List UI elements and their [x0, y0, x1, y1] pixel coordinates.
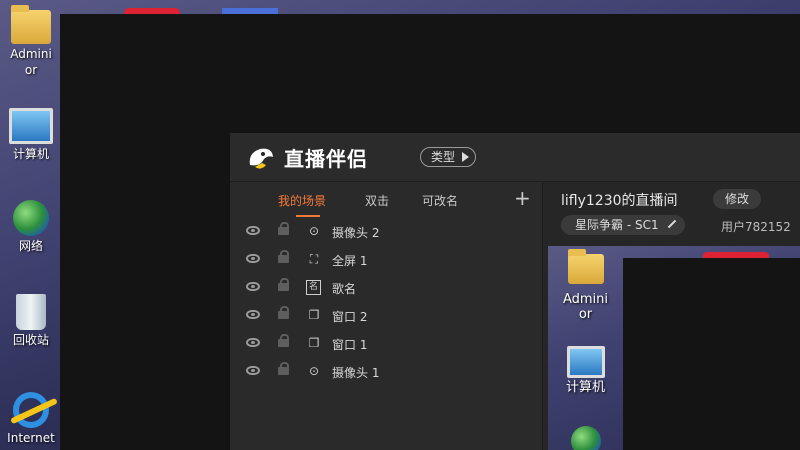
- preview-icon-label: 计算机: [565, 380, 605, 395]
- lock-icon[interactable]: [278, 278, 289, 291]
- live-companion-window: 直播伴侣 类型 我的场景 双击 可改名 + ⊙ 摄像头 2 ⛶ 全屏 1 名 歌…: [230, 133, 800, 450]
- lock-icon[interactable]: [278, 222, 289, 235]
- stream-preview: Admini or 计算机: [548, 246, 800, 450]
- scene-tabs: 我的场景 双击 可改名 +: [230, 182, 542, 218]
- desktop-icon-label: 回收站: [12, 333, 49, 347]
- internet-explorer-icon: [13, 392, 49, 428]
- game-category-label: 星际争霸 - SC1: [575, 218, 659, 232]
- scene-item[interactable]: ⊙ 摄像头 1: [230, 358, 542, 386]
- edit-room-button[interactable]: 修改: [713, 189, 762, 209]
- scene-item[interactable]: ❐ 窗口 2: [230, 302, 542, 330]
- fullscreen-icon: ⛶: [309, 252, 319, 266]
- folder-icon: [567, 249, 604, 284]
- eye-icon[interactable]: [246, 226, 260, 235]
- desktop-icon-computer[interactable]: 计算机: [0, 108, 62, 162]
- preview-desktop-icon: Admini or: [548, 249, 623, 322]
- app-header: 直播伴侣 类型: [230, 133, 800, 182]
- eye-icon[interactable]: [246, 338, 260, 347]
- camera-icon: ⊙: [308, 224, 320, 238]
- window-icon: ❐: [308, 308, 320, 322]
- lock-icon[interactable]: [278, 250, 289, 263]
- desktop-icon-admin[interactable]: Admini or: [0, 5, 62, 78]
- scene-panel: 我的场景 双击 可改名 + ⊙ 摄像头 2 ⛶ 全屏 1 名 歌名 ❐ 窗口 2…: [230, 182, 543, 450]
- desktop-icon-label: Internet: [7, 431, 55, 445]
- scene-name: 歌名: [332, 282, 357, 296]
- tab-my-scenes[interactable]: 我的场景: [278, 192, 326, 209]
- camera-icon: ⊙: [308, 364, 320, 378]
- eye-icon[interactable]: [246, 282, 260, 291]
- scene-item[interactable]: ⛶ 全屏 1: [230, 246, 542, 274]
- eye-icon[interactable]: [246, 254, 260, 263]
- game-category-button[interactable]: 星际争霸 - SC1: [561, 215, 685, 235]
- app-title: 直播伴侣: [284, 147, 368, 171]
- preview-desktop-icon: [548, 426, 623, 450]
- folder-icon: [11, 5, 51, 44]
- active-tab-indicator: [296, 215, 320, 217]
- scene-name: 摄像头 1: [332, 366, 380, 380]
- scene-name: 全屏 1: [332, 254, 368, 268]
- room-panel: lifly1230的直播间 修改 星际争霸 - SC1 用户782152 Adm…: [543, 182, 800, 450]
- type-button-label: 类型: [431, 150, 456, 164]
- scene-name: 摄像头 2: [332, 226, 380, 240]
- network-icon: [13, 200, 49, 236]
- lock-icon[interactable]: [278, 334, 289, 347]
- scene-item[interactable]: 名 歌名: [230, 274, 542, 302]
- lock-icon[interactable]: [278, 306, 289, 319]
- type-button[interactable]: 类型: [420, 147, 477, 167]
- scene-name: 窗口 1: [332, 338, 368, 352]
- desktop-icon-label: 计算机: [12, 147, 49, 161]
- lock-icon[interactable]: [278, 362, 289, 375]
- computer-icon: [566, 346, 605, 378]
- tab-double-click[interactable]: 双击: [365, 192, 389, 209]
- text-icon: 名: [306, 280, 321, 295]
- scene-item[interactable]: ⊙ 摄像头 2: [230, 218, 542, 246]
- eye-icon[interactable]: [246, 310, 260, 319]
- network-icon: [570, 426, 601, 450]
- desktop-icon-recycle-bin[interactable]: 回收站: [0, 294, 62, 348]
- recycle-bin-icon: [16, 294, 46, 330]
- preview-desktop-icon: 计算机: [548, 346, 623, 395]
- scene-item[interactable]: ❐ 窗口 1: [230, 330, 542, 358]
- eye-icon[interactable]: [246, 366, 260, 375]
- pencil-icon: [667, 219, 676, 229]
- app-logo-icon: [249, 148, 273, 169]
- tab-rename[interactable]: 可改名: [422, 192, 458, 209]
- scene-name: 窗口 2: [332, 310, 368, 324]
- user-id: 用户782152: [721, 220, 791, 234]
- room-title: lifly1230的直播间: [561, 193, 678, 209]
- desktop-icon-network[interactable]: 网络: [0, 200, 62, 254]
- window-icon: ❐: [308, 336, 320, 350]
- desktop-icon-label: Admini or: [10, 47, 52, 77]
- desktop-icon-internet[interactable]: Internet: [0, 392, 62, 446]
- preview-icon-label: Admini or: [562, 292, 609, 322]
- desktop-icon-label: 网络: [18, 239, 43, 253]
- preview-capture-window: [623, 258, 800, 450]
- play-triangle-icon: [462, 152, 470, 162]
- computer-icon: [9, 108, 53, 144]
- add-scene-button[interactable]: +: [514, 186, 531, 210]
